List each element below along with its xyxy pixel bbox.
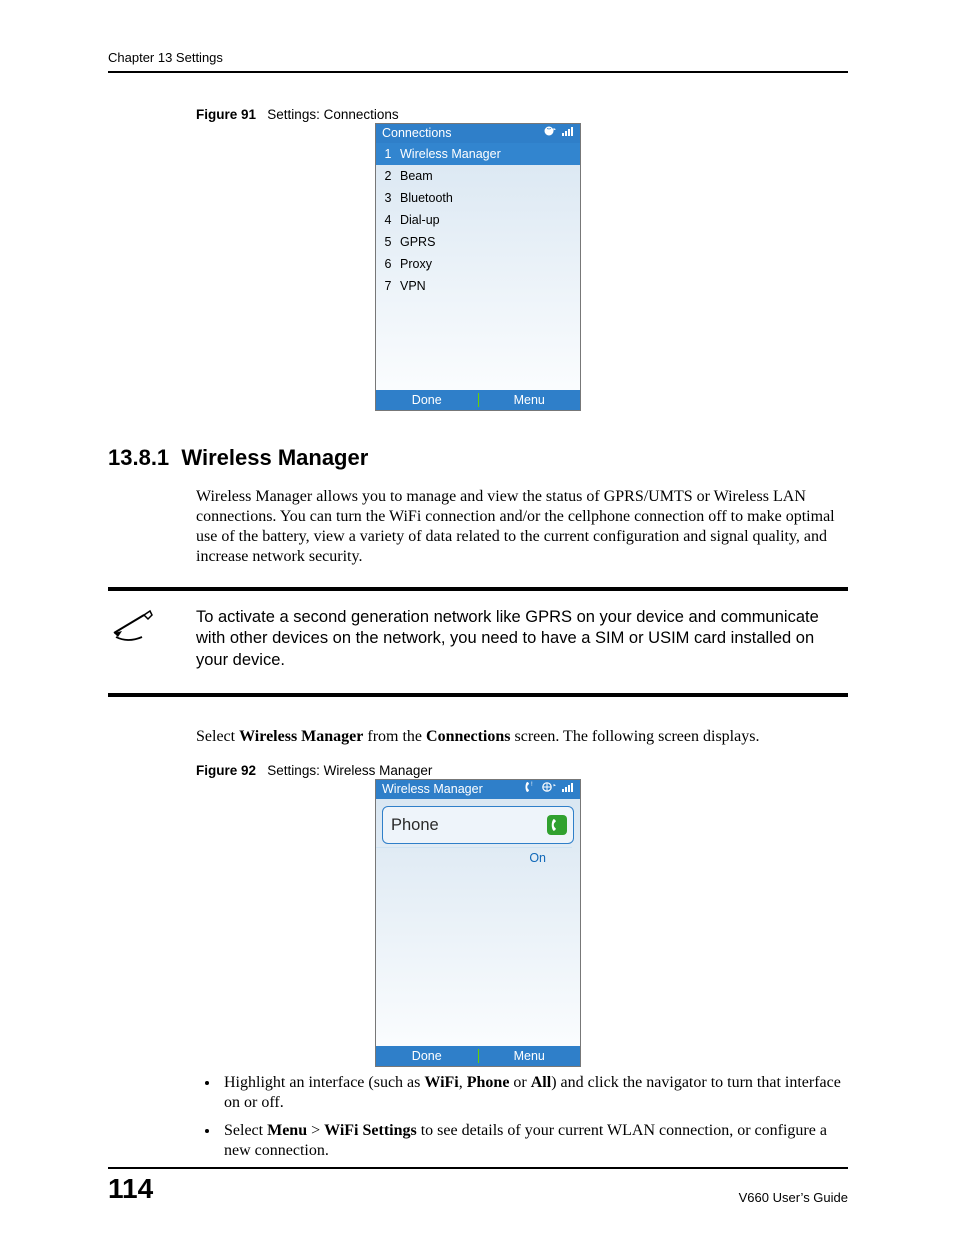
note-text: To activate a second generation network … bbox=[196, 607, 848, 671]
page-footer: 114 V660 User’s Guide bbox=[108, 1167, 848, 1205]
softkey-bar: Done Menu bbox=[376, 390, 580, 410]
running-header: Chapter 13 Settings bbox=[108, 50, 848, 73]
softkey-done[interactable]: Done bbox=[376, 390, 478, 410]
connections-list: 1 Wireless Manager 2 Beam 3 Bluetooth 4 … bbox=[376, 143, 580, 297]
phone-title-text: Wireless Manager bbox=[382, 780, 483, 799]
handset-icon bbox=[547, 815, 567, 835]
wm-card-name: Phone bbox=[383, 816, 547, 835]
bullet-item: Highlight an interface (such as WiFi, Ph… bbox=[220, 1073, 848, 1113]
guide-title: V660 User’s Guide bbox=[739, 1190, 848, 1205]
manual-page: Chapter 13 Settings Figure 91 Settings: … bbox=[0, 0, 954, 1235]
section-heading: 13.8.1 Wireless Manager bbox=[108, 445, 848, 471]
figure-91-phone-screenshot: Connections 1 Wireless Manager 2 bbox=[375, 123, 581, 411]
note-callout: To activate a second generation network … bbox=[108, 587, 848, 697]
figure-91-caption: Figure 91 Settings: Connections bbox=[196, 107, 848, 122]
bullet-item: Select Menu > WiFi Settings to see detai… bbox=[220, 1121, 848, 1161]
phone-titlebar: Wireless Manager ! bbox=[376, 780, 580, 799]
softkey-done[interactable]: Done bbox=[376, 1046, 478, 1066]
softkey-menu[interactable]: Menu bbox=[479, 390, 581, 410]
figure-92-phone-screenshot: Wireless Manager ! Phone bbox=[375, 779, 581, 1067]
globe-icon bbox=[540, 780, 558, 799]
list-item[interactable]: 1 Wireless Manager bbox=[376, 143, 580, 165]
figure-92-caption: Figure 92 Settings: Wireless Manager bbox=[196, 763, 848, 778]
intro-paragraph: Wireless Manager allows you to manage an… bbox=[196, 487, 848, 567]
globe-icon bbox=[540, 124, 558, 143]
svg-text:!: ! bbox=[531, 782, 533, 788]
list-item[interactable]: 4 Dial-up bbox=[376, 209, 580, 231]
softkey-menu[interactable]: Menu bbox=[479, 1046, 581, 1066]
list-item[interactable]: 5 GPRS bbox=[376, 231, 580, 253]
wireless-manager-card-phone[interactable]: Phone bbox=[382, 806, 574, 844]
wm-card-status: On bbox=[376, 847, 572, 865]
list-item[interactable]: 7 VPN bbox=[376, 275, 580, 297]
note-icon bbox=[108, 607, 196, 671]
signal-icon bbox=[562, 780, 574, 799]
signal-icon bbox=[562, 124, 574, 143]
instruction-bullets: Highlight an interface (such as WiFi, Ph… bbox=[220, 1073, 848, 1161]
phone-titlebar: Connections bbox=[376, 124, 580, 143]
page-number: 114 bbox=[108, 1173, 153, 1205]
list-item[interactable]: 6 Proxy bbox=[376, 253, 580, 275]
softkey-bar: Done Menu bbox=[376, 1046, 580, 1066]
list-item[interactable]: 3 Bluetooth bbox=[376, 187, 580, 209]
select-paragraph: Select Wireless Manager from the Connect… bbox=[196, 727, 848, 747]
list-item[interactable]: 2 Beam bbox=[376, 165, 580, 187]
phone-title-text: Connections bbox=[382, 124, 452, 143]
phone-mini-icon: ! bbox=[524, 780, 536, 799]
